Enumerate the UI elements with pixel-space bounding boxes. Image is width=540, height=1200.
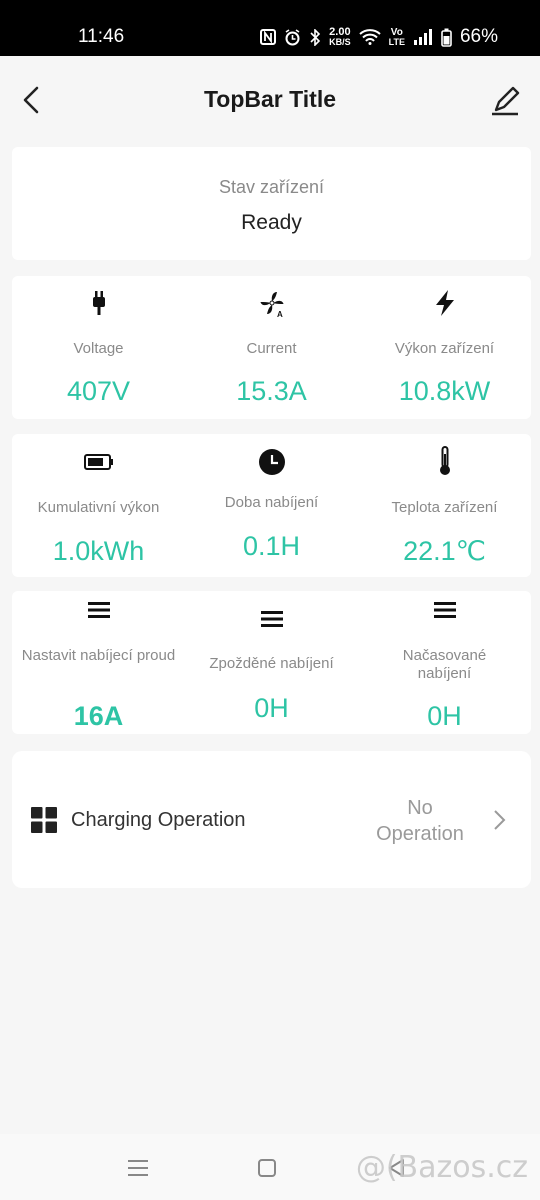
charging-settings-card: Nastavit nabíjecí proud 16A Zpožděné nab… xyxy=(12,591,531,734)
setting-scheduled-charging[interactable]: Načasované nabíjení 0H xyxy=(358,591,531,734)
home-button[interactable] xyxy=(253,1154,281,1182)
setting-label: Nastavit nabíjecí proud xyxy=(21,647,176,664)
charging-operation-label: Charging Operation xyxy=(71,809,246,831)
metric-label: Výkon zařízení xyxy=(394,340,495,357)
menu-icon xyxy=(87,602,110,618)
device-status-card: Stav zařízení Ready xyxy=(12,147,531,260)
status-time: 11:46 xyxy=(78,26,125,47)
device-status-value: Ready xyxy=(241,211,302,234)
metric-label: Teplota zařízení xyxy=(391,499,498,516)
lightning-icon xyxy=(435,290,454,316)
wifi-icon xyxy=(358,29,381,45)
battery-icon xyxy=(83,454,113,470)
recents-button[interactable] xyxy=(124,1154,152,1182)
status-icons: 2.00 KB/S Vo LTE 66% xyxy=(260,26,498,48)
setting-value: 0H xyxy=(254,693,289,723)
metrics-card-energy: Kumulativní výkon 1.0kWh Doba nabíjení 0… xyxy=(12,434,531,577)
setting-value: 0H xyxy=(427,701,462,731)
setting-value: 16A xyxy=(73,701,124,731)
charging-operation-row[interactable]: Charging Operation No Operation xyxy=(12,751,531,888)
battery-percent: 66% xyxy=(459,26,498,47)
device-status-label: Stav zařízení xyxy=(218,177,325,197)
thermometer-icon xyxy=(439,446,450,475)
metric-label: Doba nabíjení xyxy=(224,494,319,511)
charging-operation-value: No Operation xyxy=(376,797,464,845)
bluetooth-icon xyxy=(310,28,321,46)
setting-delayed-charging[interactable]: Zpožděné nabíjení 0H xyxy=(185,591,358,734)
setting-label: Načasované nabíjení xyxy=(402,647,487,682)
metric-label: Voltage xyxy=(73,340,124,357)
metric-value: 0.1H xyxy=(242,531,301,561)
battery-status-icon xyxy=(441,28,452,47)
menu-icon xyxy=(433,602,456,618)
watermark: @(Bazos.cz xyxy=(355,1150,528,1185)
clock-icon xyxy=(258,449,285,475)
metrics-card-power: Voltage 407V A Current 15.3A Výkon zaříz… xyxy=(12,276,531,419)
plug-icon xyxy=(92,291,105,315)
fan-icon: A xyxy=(260,292,283,318)
metric-voltage: Voltage 407V xyxy=(12,276,185,419)
metric-label: Kumulativní výkon xyxy=(37,499,160,516)
page-title: TopBar Title xyxy=(203,86,337,112)
signal-icon xyxy=(413,29,432,45)
grid-icon xyxy=(31,807,57,833)
setting-label: Zpožděné nabíjení xyxy=(209,655,334,672)
metric-cumulative-energy: Kumulativní výkon 1.0kWh xyxy=(12,434,185,577)
svg-text:A: A xyxy=(277,310,283,318)
volte-indicator: Vo LTE xyxy=(388,26,405,47)
metric-charging-time: Doba nabíjení 0.1H xyxy=(185,434,358,577)
nfc-icon xyxy=(260,29,277,45)
metric-current: A Current 15.3A xyxy=(185,276,358,419)
edit-button[interactable] xyxy=(488,80,524,120)
chevron-right-icon xyxy=(494,810,506,830)
alarm-icon xyxy=(285,28,300,45)
top-bar: TopBar Title xyxy=(0,56,540,144)
menu-icon xyxy=(128,1160,148,1176)
metric-value: 407V xyxy=(66,376,131,406)
setting-charging-current[interactable]: Nastavit nabíjecí proud 16A xyxy=(12,591,185,734)
menu-icon xyxy=(260,611,283,627)
status-bar: 11:46 2.00 KB/S Vo LTE 66% xyxy=(0,0,540,56)
metric-label: Current xyxy=(246,340,297,357)
metric-value: 1.0kWh xyxy=(52,536,145,566)
metric-value: 15.3A xyxy=(236,376,307,406)
square-icon xyxy=(258,1159,276,1177)
metric-value: 10.8kW xyxy=(398,376,491,406)
metric-device-temperature: Teplota zařízení 22.1℃ xyxy=(358,434,531,577)
pencil-icon xyxy=(492,86,520,116)
metric-device-power: Výkon zařízení 10.8kW xyxy=(358,276,531,419)
network-speed: 2.00 KB/S xyxy=(329,26,351,47)
metric-value: 22.1℃ xyxy=(403,536,486,566)
